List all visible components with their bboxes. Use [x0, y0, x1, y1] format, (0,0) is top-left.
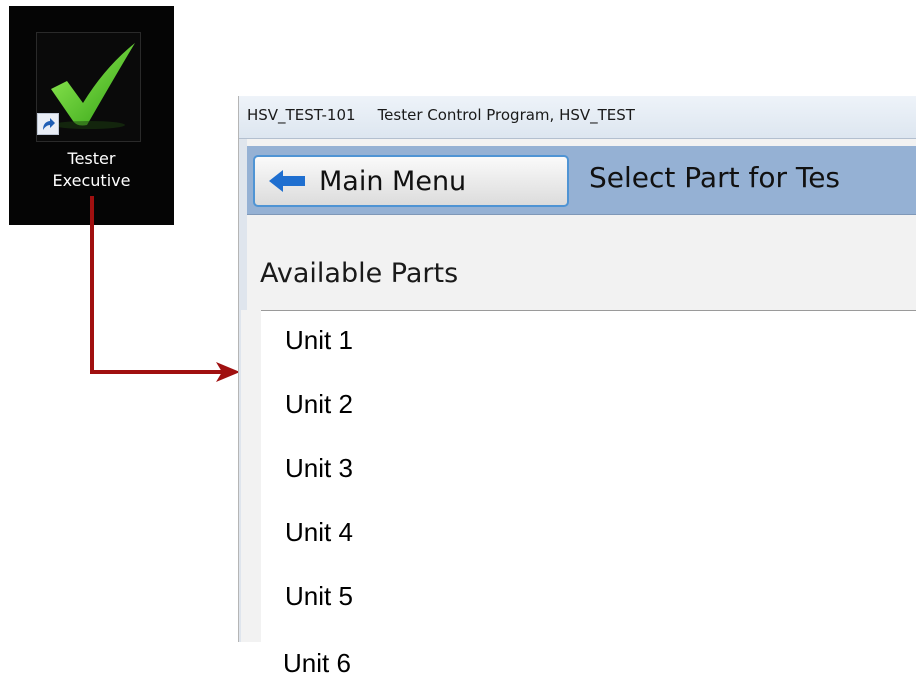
available-parts-heading: Available Parts — [260, 258, 459, 289]
list-item-unit-1[interactable]: Unit 1 — [285, 325, 353, 356]
list-item-unit-4[interactable]: Unit 4 — [285, 517, 353, 548]
app-window: HSV_TEST-101 Tester Control Program, HSV_… — [238, 96, 916, 642]
main-menu-label: Main Menu — [319, 165, 467, 197]
list-item-unit-2[interactable]: Unit 2 — [285, 389, 353, 420]
main-menu-button[interactable]: Main Menu — [253, 155, 569, 207]
toolbar: Main Menu Select Part for Tes — [247, 146, 916, 215]
window-title-id: HSV_TEST-101 — [247, 106, 356, 124]
window-title-text: Tester Control Program, HSV_TEST — [377, 106, 635, 124]
list-item-unit-3[interactable]: Unit 3 — [285, 453, 353, 484]
window-title: HSV_TEST-101 Tester Control Program, HSV_… — [247, 106, 657, 124]
title-bar[interactable]: HSV_TEST-101 Tester Control Program, HSV_… — [239, 96, 916, 139]
list-item-unit-5[interactable]: Unit 5 — [285, 581, 353, 612]
left-arrow-icon — [269, 170, 305, 192]
list-item-unit-6[interactable]: Unit 6 — [283, 648, 351, 679]
parts-list[interactable]: Unit 1 Unit 2 Unit 3 Unit 4 Unit 5 — [241, 310, 916, 642]
page-title: Select Part for Tes — [589, 161, 841, 194]
